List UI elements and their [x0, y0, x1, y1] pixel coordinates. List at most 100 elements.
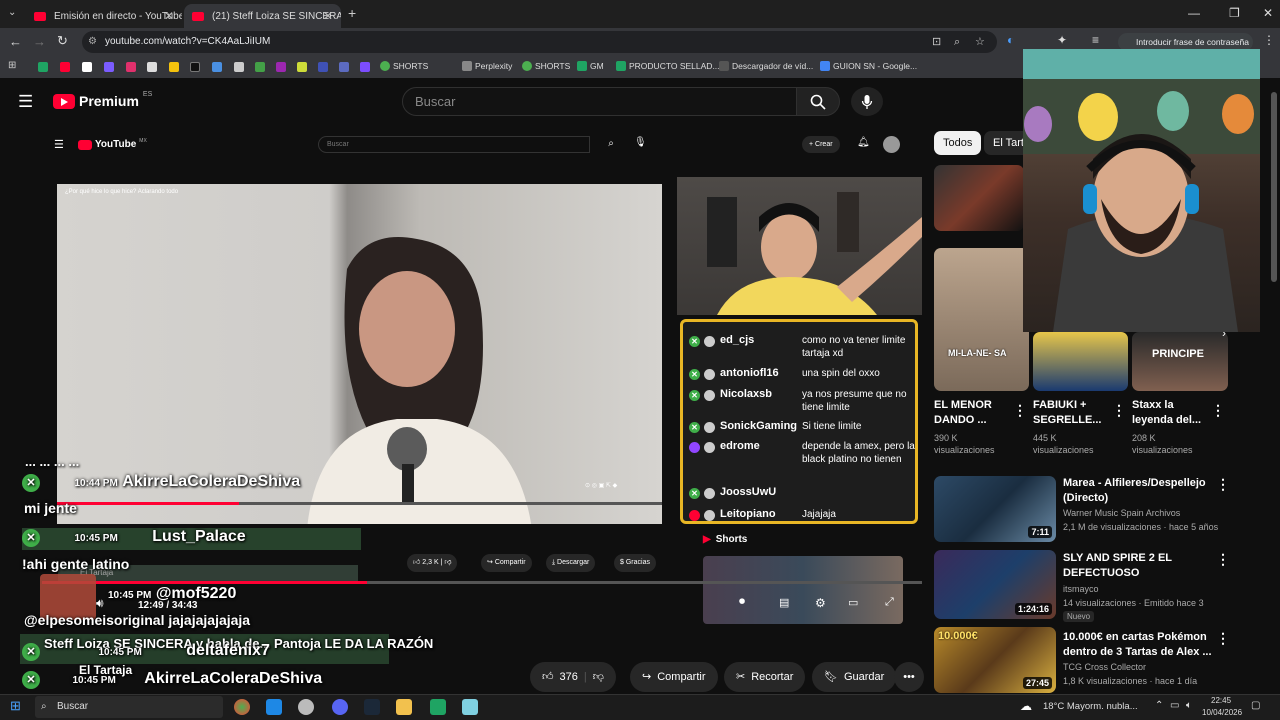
close-window-icon[interactable]: ✕ — [1263, 6, 1273, 20]
short-title[interactable]: FABIUKI + SEGRELLE... — [1033, 398, 1113, 428]
outlook-taskbar-icon[interactable] — [266, 699, 282, 715]
short-thumbnail[interactable]: MI-LA-NE- SA — [934, 248, 1029, 391]
video-channel[interactable]: itsmayco — [1063, 583, 1223, 595]
clock-date[interactable]: 10/04/2026 — [1202, 708, 1242, 717]
more-vert-icon[interactable]: ⋮ — [1211, 402, 1225, 419]
bookmark-shorts-2[interactable]: SHORTS — [522, 61, 570, 71]
tiktok-bookmark-icon[interactable] — [190, 62, 200, 72]
bookmark-icon[interactable] — [234, 62, 244, 72]
bookmark-icon[interactable] — [212, 62, 222, 72]
clock-time[interactable]: 22:45 — [1211, 696, 1231, 705]
youtube-bookmark-icon[interactable] — [60, 62, 70, 72]
logo-text: Premium — [79, 93, 139, 109]
bookmark-icon[interactable] — [339, 62, 349, 72]
tray-chevron-icon[interactable]: ⌃ — [1155, 700, 1163, 711]
weather-text[interactable]: 18°C Mayorm. nubla... — [1043, 701, 1138, 712]
file-explorer-taskbar-icon[interactable] — [396, 699, 412, 715]
bookmark-icon[interactable] — [360, 62, 370, 72]
close-tab-icon[interactable]: ✕ — [323, 9, 333, 23]
search-input[interactable]: Buscar — [402, 87, 797, 116]
address-bar[interactable]: ⚙ youtube.com/watch?v=CK4AaLJiIUM ⊡ ⌕ ☆ — [82, 31, 997, 53]
short-title[interactable]: Staxx la leyenda del... — [1132, 398, 1212, 428]
forward-icon[interactable]: → — [33, 34, 46, 49]
bookmark-icon[interactable] — [318, 62, 328, 72]
bookmark-star-icon[interactable]: ☆ — [975, 31, 985, 53]
media-icon[interactable]: ≡ — [1092, 33, 1099, 47]
notifications-icon[interactable]: ▢ — [1251, 700, 1260, 711]
reload-icon[interactable]: ↻ — [57, 33, 68, 49]
like-button[interactable]: 👍︎ 376 | 👎︎ — [530, 662, 616, 692]
network-icon[interactable]: ▭ — [1170, 700, 1179, 711]
page-scrollbar[interactable] — [1271, 92, 1277, 282]
volume-icon[interactable]: 🔊︎ — [96, 596, 104, 611]
extensions-puzzle-icon[interactable]: ✦ — [1057, 33, 1067, 47]
tab-active-video[interactable]: (21) Steff Loiza SE SINCERA y Ju ✕ — [184, 4, 341, 28]
hamburger-menu-icon[interactable]: ☰ — [18, 92, 33, 112]
minimize-icon[interactable]: — — [1188, 6, 1200, 20]
chrome-taskbar-icon[interactable] — [234, 699, 250, 715]
volume-tray-icon[interactable]: 🔈︎ — [1186, 700, 1192, 711]
video-title[interactable]: Marea - Alfileres/Despellejo (Directo) — [1063, 476, 1208, 506]
download-bookmark-icon[interactable] — [147, 62, 157, 72]
bookmark-icon[interactable] — [255, 62, 265, 72]
windows-start-icon[interactable]: ⊞ — [10, 698, 21, 714]
bookmark-guion[interactable]: GUION SN - Google... — [820, 61, 917, 71]
discord-taskbar-icon[interactable] — [332, 699, 348, 715]
bookmark-icon[interactable] — [297, 62, 307, 72]
install-icon[interactable]: ⊡ — [932, 31, 941, 53]
short-thumbnail[interactable]: PRINCIPE — [1132, 332, 1228, 391]
video-title[interactable]: SLY AND SPIRE 2 EL DEFECTUOSO — [1063, 551, 1208, 581]
bookmark-icon[interactable] — [169, 62, 179, 72]
menu-kebab-icon[interactable]: ⋮ — [1263, 33, 1275, 47]
more-vert-icon[interactable]: ⋮ — [1013, 402, 1027, 419]
x-bookmark-icon[interactable] — [82, 62, 92, 72]
zoom-icon[interactable]: ⌕ — [954, 31, 960, 53]
video-thumbnail[interactable]: 1:24:16 — [934, 550, 1056, 619]
more-vert-icon[interactable]: ⋮ — [1216, 630, 1230, 647]
video-title[interactable]: 10.000€ en cartas Pokémon dentro de 3 Ta… — [1063, 630, 1213, 660]
sheets-bookmark-icon[interactable] — [38, 62, 48, 72]
bookmark-shorts-1[interactable]: SHORTS — [380, 61, 428, 71]
stream-progress-track[interactable] — [42, 581, 922, 584]
taskbar-search[interactable]: ⌕ Buscar — [35, 696, 223, 718]
tab-search-icon[interactable]: ⌄ — [8, 7, 16, 18]
bookmark-descargador[interactable]: Descargador de víd... — [719, 61, 813, 71]
more-actions-button[interactable]: ••• — [894, 662, 924, 692]
extension-icon[interactable]: ◐ — [1007, 33, 1014, 47]
bookmark-icon[interactable] — [276, 62, 286, 72]
bookmark-gm[interactable]: GM — [577, 61, 604, 71]
steam-taskbar-icon[interactable] — [364, 699, 380, 715]
apps-grid-icon[interactable]: ⊞ — [8, 60, 16, 71]
search-button[interactable] — [796, 87, 840, 116]
clip-button[interactable]: ✂ Recortar — [724, 662, 806, 692]
video-thumbnail[interactable]: 7:11 — [934, 476, 1056, 542]
obs-taskbar-icon[interactable] — [298, 699, 314, 715]
voice-search-button[interactable] — [851, 87, 883, 116]
more-vert-icon[interactable]: ⋮ — [1216, 551, 1230, 568]
overlay-chat-message: 10:45 PM @mof5220 — [108, 585, 236, 603]
new-tab-icon[interactable]: + — [348, 5, 356, 21]
video-channel[interactable]: Warner Music Spain Archivos — [1063, 507, 1223, 519]
back-icon[interactable]: ← — [9, 34, 22, 49]
chip-all[interactable]: Todos — [934, 131, 982, 155]
sidebar-thumbnail[interactable] — [934, 165, 1024, 231]
twitch-bookmark-icon[interactable] — [104, 62, 114, 72]
video-channel[interactable]: TCG Cross Collector — [1063, 661, 1223, 673]
instagram-bookmark-icon[interactable] — [126, 62, 136, 72]
tab-live-stream[interactable]: Emisión en directo - YouTube S ✕ — [26, 4, 182, 28]
excel-taskbar-icon[interactable] — [430, 699, 446, 715]
site-info-icon[interactable]: ⚙ — [88, 31, 97, 53]
video-thumbnail[interactable]: 10.000€ 27:45 — [934, 627, 1056, 693]
bookmark-producto[interactable]: PRODUCTO SELLAD... — [616, 61, 720, 71]
app-taskbar-icon[interactable] — [462, 699, 478, 715]
restore-icon[interactable]: ❐ — [1229, 6, 1240, 20]
share-button[interactable]: ↪ Compartir — [630, 662, 718, 692]
youtube-premium-logo[interactable]: Premium ES — [53, 91, 152, 109]
more-vert-icon[interactable]: ⋮ — [1216, 476, 1230, 493]
bookmark-perplexity[interactable]: Perplexity — [462, 61, 512, 71]
short-title[interactable]: EL MENOR DANDO ... — [934, 398, 1014, 428]
save-button[interactable]: 🔖︎ Guardar — [812, 662, 897, 692]
more-vert-icon[interactable]: ⋮ — [1112, 402, 1126, 419]
close-tab-icon[interactable]: ✕ — [164, 9, 174, 23]
short-thumbnail[interactable] — [1033, 332, 1128, 391]
